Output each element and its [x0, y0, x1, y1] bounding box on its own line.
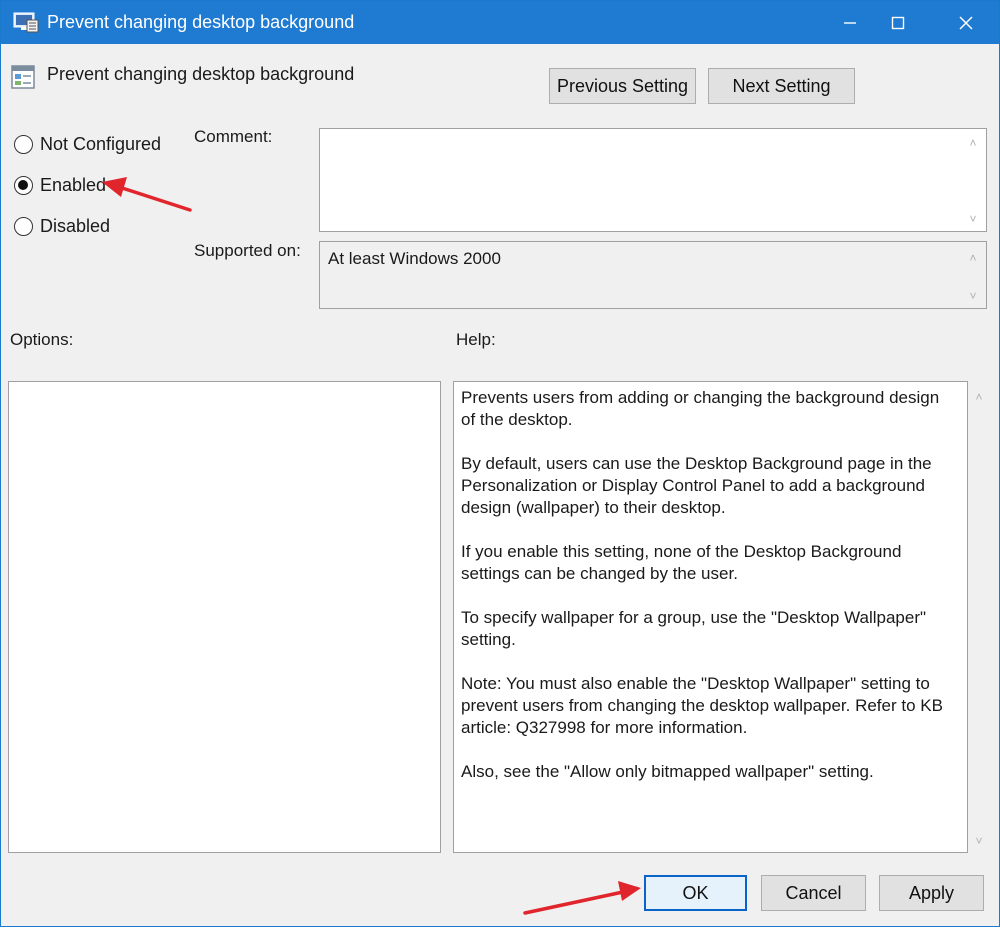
radio-not-configured[interactable]: Not Configured — [14, 134, 161, 155]
annotation-arrow-ok — [523, 881, 641, 915]
policy-setting-icon — [11, 65, 35, 89]
supported-on-value: At least Windows 2000 — [328, 249, 501, 268]
radio-circle[interactable] — [14, 135, 33, 154]
scroll-up-icon[interactable]: ˄ — [966, 137, 980, 149]
next-setting-button[interactable]: Next Setting — [708, 68, 855, 104]
help-paragraph: To specify wallpaper for a group, use th… — [461, 608, 927, 649]
help-panel[interactable]: Prevents users from adding or changing t… — [453, 381, 968, 853]
maximize-button[interactable] — [875, 1, 921, 44]
window-title: Prevent changing desktop background — [47, 12, 355, 32]
radio-circle-checked[interactable] — [14, 176, 33, 195]
close-button[interactable] — [943, 1, 989, 44]
radio-circle[interactable] — [14, 217, 33, 236]
scroll-down-icon[interactable]: ˅ — [966, 213, 980, 225]
help-paragraph: By default, users can use the Desktop Ba… — [461, 454, 932, 517]
maximize-icon — [891, 16, 905, 29]
group-policy-app-icon — [13, 12, 39, 33]
minimize-button[interactable] — [827, 1, 873, 44]
help-text: Prevents users from adding or changing t… — [461, 387, 956, 805]
previous-setting-button[interactable]: Previous Setting — [549, 68, 696, 104]
close-icon — [959, 15, 973, 30]
cancel-button[interactable]: Cancel — [761, 875, 866, 911]
supported-on-label: Supported on: — [194, 241, 301, 260]
radio-label: Enabled — [40, 175, 107, 195]
apply-button[interactable]: Apply — [879, 875, 984, 911]
scroll-down-icon[interactable]: ˅ — [972, 835, 986, 847]
options-label: Options: — [10, 330, 74, 349]
ok-button[interactable]: OK — [644, 875, 747, 911]
options-panel — [8, 381, 441, 853]
supported-on-field: At least Windows 2000 ˄ ˅ — [319, 241, 987, 309]
comment-textarea[interactable]: ˄ ˅ — [319, 128, 987, 232]
policy-dialog: Prevent changing desktop background Prev… — [0, 0, 1000, 927]
help-label: Help: — [456, 330, 496, 349]
radio-disabled[interactable]: Disabled — [14, 216, 110, 237]
minimize-icon — [844, 21, 856, 24]
scroll-up-icon[interactable]: ˄ — [966, 252, 980, 264]
scroll-up-icon[interactable]: ˄ — [972, 391, 986, 403]
comment-label: Comment: — [194, 127, 273, 146]
help-paragraph: Prevents users from adding or changing t… — [461, 388, 940, 429]
radio-label: Not Configured — [40, 134, 162, 154]
scroll-down-icon[interactable]: ˅ — [966, 290, 980, 302]
radio-enabled[interactable]: Enabled — [14, 175, 106, 196]
help-paragraph: Note: You must also enable the "Desktop … — [461, 674, 943, 737]
help-paragraph: Also, see the "Allow only bitmapped wall… — [461, 762, 874, 781]
policy-name: Prevent changing desktop background — [47, 64, 355, 84]
title-bar[interactable]: Prevent changing desktop background — [1, 1, 999, 44]
annotation-arrow-enabled — [102, 177, 192, 212]
radio-label: Disabled — [40, 216, 111, 236]
help-paragraph: If you enable this setting, none of the … — [461, 542, 902, 583]
